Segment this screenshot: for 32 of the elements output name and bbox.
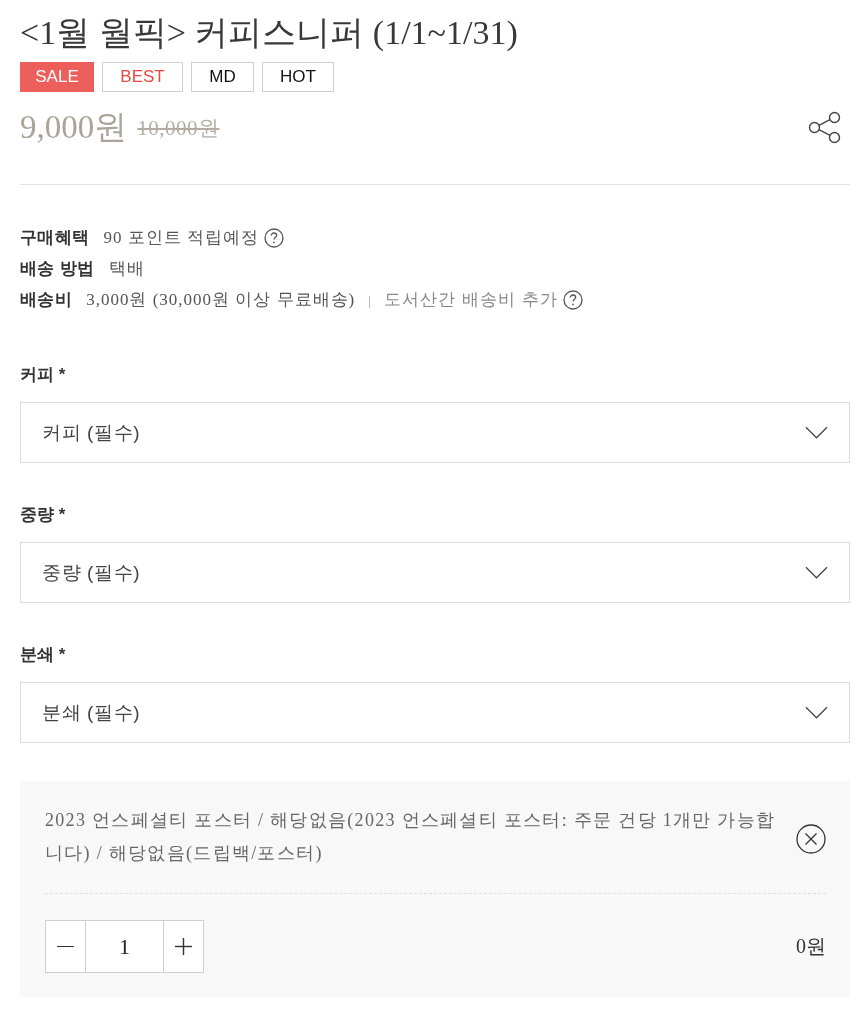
option-dropdown[interactable]: 분쇄 (필수) xyxy=(20,682,850,743)
help-icon[interactable] xyxy=(264,227,285,248)
option-label: 중량 * xyxy=(20,504,67,526)
chevron-down-icon xyxy=(805,426,828,439)
minus-icon xyxy=(57,945,74,948)
help-icon[interactable] xyxy=(562,289,583,310)
info-label: 구매혜택 xyxy=(20,227,90,249)
badge: HOT xyxy=(262,62,334,92)
info-note: 도서산간 배송비 추가 xyxy=(384,289,558,311)
chevron-down-icon xyxy=(805,706,828,719)
quantity-field[interactable]: 1 xyxy=(85,920,164,973)
badge: MD xyxy=(191,62,254,92)
info-label: 배송비 xyxy=(20,289,73,311)
info-label: 배송 방법 xyxy=(20,258,95,280)
item-price: 0원 xyxy=(796,934,826,959)
info-value: 3,000원 (30,000원 이상 무료배송) xyxy=(86,289,356,311)
option-dropdown[interactable]: 중량 (필수) xyxy=(20,542,850,603)
sale-price: 9,000원 xyxy=(20,108,128,147)
chevron-down-icon xyxy=(805,566,828,579)
product-title: <1월 월픽> 커피스니퍼 (1/1~1/31) xyxy=(20,13,519,53)
option-description: 2023 언스페셜티 포스터 / 해당없음(2023 언스페셜티 포스터: 주문 건당 1개만 가능합니다) / 해당없음(드립백/포스터) xyxy=(45,809,777,865)
option-label: 분쇄 * xyxy=(20,644,67,666)
original-price: 10,000원 xyxy=(137,115,220,142)
info-value: 택배 xyxy=(108,258,145,280)
close-icon[interactable] xyxy=(796,824,826,854)
plus-icon xyxy=(175,938,192,955)
badge: SALE xyxy=(20,62,94,92)
option-label: 커피 * xyxy=(20,364,67,386)
option-dropdown[interactable]: 커피 (필수) xyxy=(20,402,850,463)
share-icon[interactable] xyxy=(808,110,842,144)
badge: BEST xyxy=(102,62,183,92)
info-value: 90 포인트 적립예정 xyxy=(103,227,260,249)
